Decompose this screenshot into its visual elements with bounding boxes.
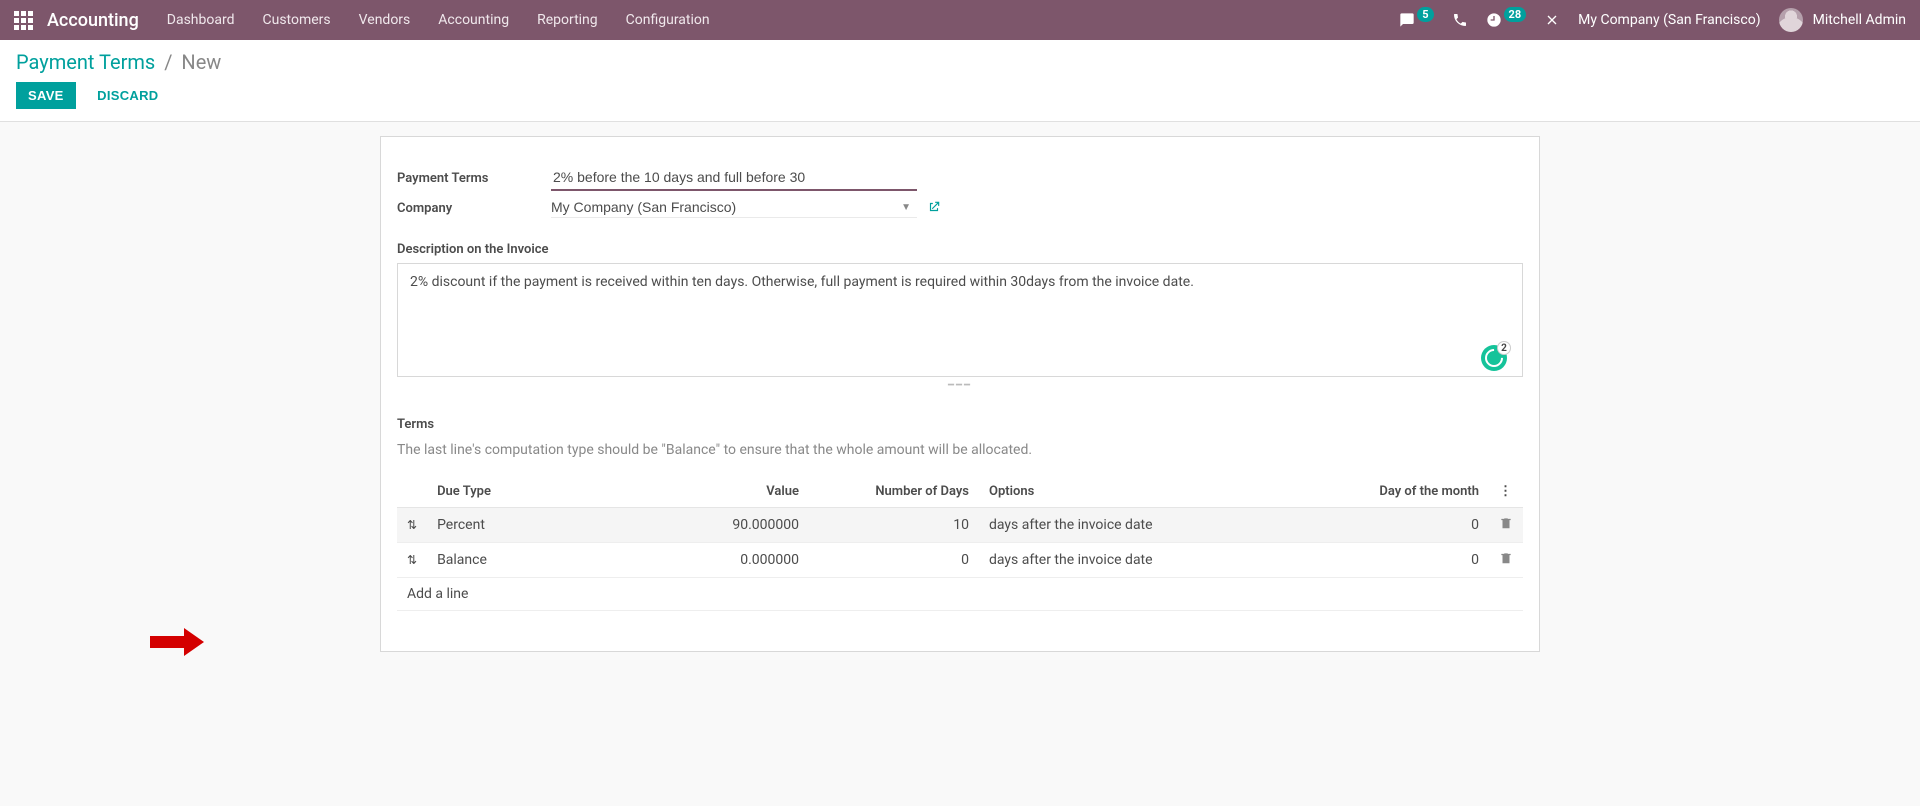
save-button[interactable]: Save — [16, 82, 76, 109]
terms-help-text: The last line's computation type should … — [397, 442, 1523, 458]
user-menu[interactable]: Mitchell Admin — [1779, 8, 1906, 32]
form-sheet: Payment Terms Company ▼ Description on t… — [380, 136, 1540, 652]
table-row[interactable]: ⇅ Percent 90.000000 10 days after the in… — [397, 508, 1523, 543]
cell-value[interactable]: 0.000000 — [659, 543, 809, 578]
cell-days[interactable]: 0 — [809, 543, 979, 578]
activities-icon[interactable]: 28 — [1486, 12, 1527, 28]
nav-reporting[interactable]: Reporting — [537, 12, 598, 28]
messages-badge: 5 — [1417, 7, 1433, 22]
col-days[interactable]: Number of Days — [809, 476, 979, 508]
cell-due-type[interactable]: Balance — [427, 543, 659, 578]
drag-handle-icon[interactable]: ⇅ — [397, 543, 427, 578]
company-input[interactable] — [551, 199, 895, 215]
control-panel: Payment Terms / New Save Discard — [0, 40, 1920, 122]
cell-options[interactable]: days after the invoice date — [979, 508, 1319, 543]
label-terms: Terms — [397, 417, 1523, 432]
phone-icon[interactable] — [1452, 12, 1468, 28]
breadcrumb-parent[interactable]: Payment Terms — [16, 50, 155, 74]
add-line-link[interactable]: Add a line — [397, 578, 1523, 611]
avatar — [1779, 8, 1803, 32]
resize-grip[interactable]: ━━━ — [397, 380, 1523, 391]
company-switcher[interactable]: My Company (San Francisco) — [1578, 12, 1760, 28]
label-payment-terms: Payment Terms — [397, 171, 551, 186]
external-link-icon[interactable] — [927, 200, 941, 218]
terms-table: Due Type Value Number of Days Options Da… — [397, 476, 1523, 611]
col-due-type[interactable]: Due Type — [427, 476, 659, 508]
company-select[interactable]: ▼ — [551, 199, 917, 218]
nav-configuration[interactable]: Configuration — [626, 12, 710, 28]
activities-badge: 28 — [1504, 7, 1527, 22]
cell-day-of-month[interactable]: 0 — [1319, 508, 1489, 543]
app-brand[interactable]: Accounting — [47, 10, 139, 31]
discard-button[interactable]: Discard — [85, 82, 170, 109]
col-options[interactable]: Options — [979, 476, 1319, 508]
company-name: My Company (San Francisco) — [1578, 12, 1760, 28]
annotation-arrow — [150, 628, 204, 660]
close-icon[interactable] — [1544, 12, 1560, 28]
label-description: Description on the Invoice — [397, 242, 1523, 257]
cell-due-type[interactable]: Percent — [427, 508, 659, 543]
sheet-wrap: Payment Terms Company ▼ Description on t… — [0, 122, 1920, 692]
cell-value[interactable]: 90.000000 — [659, 508, 809, 543]
nav-accounting[interactable]: Accounting — [438, 12, 509, 28]
col-day-of-month[interactable]: Day of the month — [1319, 476, 1489, 508]
grammarly-icon[interactable]: 2 — [1481, 345, 1507, 371]
top-navbar: Accounting Dashboard Customers Vendors A… — [0, 0, 1920, 40]
cell-options[interactable]: days after the invoice date — [979, 543, 1319, 578]
breadcrumb-current: New — [181, 50, 221, 74]
description-textarea[interactable] — [397, 263, 1523, 377]
drag-handle-icon[interactable]: ⇅ — [397, 508, 427, 543]
apps-icon[interactable] — [14, 11, 33, 30]
trash-icon[interactable] — [1499, 551, 1513, 565]
cell-day-of-month[interactable]: 0 — [1319, 543, 1489, 578]
chevron-down-icon[interactable]: ▼ — [901, 202, 911, 213]
nav-vendors[interactable]: Vendors — [359, 12, 411, 28]
trash-icon[interactable] — [1499, 516, 1513, 530]
cell-days[interactable]: 10 — [809, 508, 979, 543]
breadcrumb: Payment Terms / New — [16, 50, 1904, 74]
user-name: Mitchell Admin — [1813, 12, 1906, 28]
grammarly-badge: 2 — [1497, 341, 1511, 355]
nav-customers[interactable]: Customers — [263, 12, 331, 28]
kebab-icon[interactable]: ⋮ — [1489, 476, 1523, 508]
breadcrumb-sep: / — [164, 50, 172, 74]
messages-icon[interactable]: 5 — [1399, 12, 1433, 28]
col-value[interactable]: Value — [659, 476, 809, 508]
label-company: Company — [397, 201, 551, 216]
payment-terms-input[interactable] — [551, 165, 917, 191]
nav-dashboard[interactable]: Dashboard — [167, 12, 235, 28]
table-row[interactable]: ⇅ Balance 0.000000 0 days after the invo… — [397, 543, 1523, 578]
